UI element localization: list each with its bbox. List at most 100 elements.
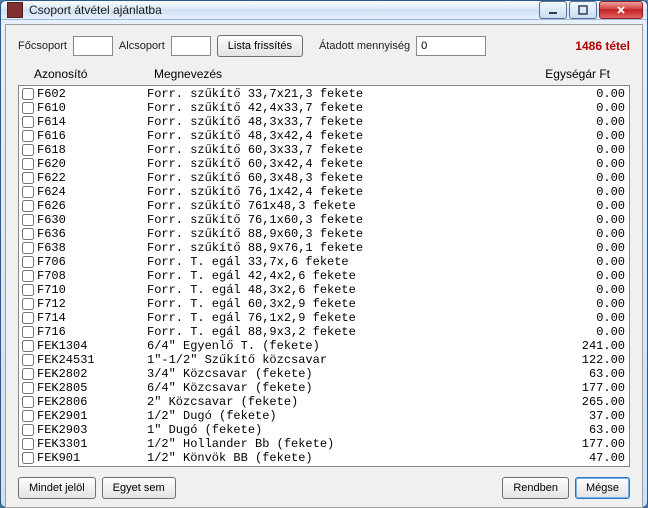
table-row[interactable]: FEK28056/4" Közcsavar (fekete)177.00 (21, 381, 629, 395)
cell-name: Forr. T. egál 60,3x2,9 fekete (147, 297, 551, 311)
table-row[interactable]: F712Forr. T. egál 60,3x2,9 fekete0.00 (21, 297, 629, 311)
cell-price: 0.00 (551, 325, 629, 339)
row-checkbox[interactable] (22, 102, 34, 114)
table-row[interactable]: FEK28023/4" Közcsavar (fekete)63.00 (21, 367, 629, 381)
row-checkbox[interactable] (22, 172, 34, 184)
table-row[interactable]: F636Forr. szűkítő 88,9x60,3 fekete0.00 (21, 227, 629, 241)
table-row[interactable]: F614Forr. szűkítő 48,3x33,7 fekete0.00 (21, 115, 629, 129)
row-checkbox[interactable] (22, 116, 34, 128)
row-checkbox[interactable] (22, 452, 34, 464)
cell-id: FEK901 (37, 451, 147, 465)
cell-name: Forr. szűkítő 76,1x60,3 fekete (147, 213, 551, 227)
row-checkbox[interactable] (22, 438, 34, 450)
table-row[interactable]: F626Forr. szűkítő 761x48,3 fekete0.00 (21, 199, 629, 213)
row-checkbox[interactable] (22, 326, 34, 338)
cell-name: Forr. T. egál 42,4x2,6 fekete (147, 269, 551, 283)
table-row[interactable]: F714Forr. T. egál 76,1x2,9 fekete0.00 (21, 311, 629, 325)
focscsoport-input[interactable] (73, 36, 113, 56)
table-row[interactable]: FEK245311"-1/2" Szűkítő közcsavar122.00 (21, 353, 629, 367)
table-row[interactable]: FEK28062" Közcsavar (fekete)265.00 (21, 395, 629, 409)
row-checkbox[interactable] (22, 270, 34, 282)
cell-price: 63.00 (551, 423, 629, 437)
qty-label: Átadott mennyiség (319, 40, 410, 52)
row-checkbox[interactable] (22, 382, 34, 394)
cell-id: F616 (37, 129, 147, 143)
row-checkbox[interactable] (22, 410, 34, 422)
ok-button[interactable]: Rendben (502, 477, 569, 499)
table-row[interactable]: F610Forr. szűkítő 42,4x33,7 fekete0.00 (21, 101, 629, 115)
table-row[interactable]: F624Forr. szűkítő 76,1x42,4 fekete0.00 (21, 185, 629, 199)
row-checkbox[interactable] (22, 396, 34, 408)
col-header-name: Megnevezés (154, 67, 496, 81)
cell-price: 0.00 (551, 185, 629, 199)
cell-name: Forr. szűkítő 76,1x42,4 fekete (147, 185, 551, 199)
cell-price: 0.00 (551, 213, 629, 227)
app-icon (7, 2, 23, 18)
row-checkbox[interactable] (22, 130, 34, 142)
cell-name: 2" Közcsavar (fekete) (147, 395, 551, 409)
select-all-button[interactable]: Mindet jelöl (18, 477, 96, 499)
list-section: Azonosító Megnevezés Egységár Ft F602For… (18, 65, 630, 467)
row-checkbox[interactable] (22, 200, 34, 212)
minimize-button[interactable] (539, 1, 567, 19)
cell-name: Forr. szűkítő 60,3x42,4 fekete (147, 157, 551, 171)
cell-price: 0.00 (551, 227, 629, 241)
titlebar[interactable]: Csoport átvétel ajánlatba (1, 1, 647, 20)
table-row[interactable]: F616Forr. szűkítő 48,3x42,4 fekete0.00 (21, 129, 629, 143)
table-row[interactable]: FEK9011/2" Könvök BB (fekete)47.00 (21, 451, 629, 465)
table-row[interactable]: F706Forr. T. egál 33,7x,6 fekete0.00 (21, 255, 629, 269)
cell-id: FEK2903 (37, 423, 147, 437)
table-row[interactable]: FEK13046/4" Egyenlő T. (fekete)241.00 (21, 339, 629, 353)
row-checkbox[interactable] (22, 284, 34, 296)
table-row[interactable]: FEK29011/2" Dugó (fekete)37.00 (21, 409, 629, 423)
table-row[interactable]: F620Forr. szűkítő 60,3x42,4 fekete0.00 (21, 157, 629, 171)
refresh-button[interactable]: Lista frissítés (217, 35, 303, 57)
row-checkbox[interactable] (22, 88, 34, 100)
cell-price: 177.00 (551, 437, 629, 451)
cell-name: Forr. szűkítő 42,4x33,7 fekete (147, 101, 551, 115)
qty-input[interactable] (416, 36, 486, 56)
maximize-button[interactable] (569, 1, 597, 19)
window-title: Csoport átvétel ajánlatba (29, 3, 539, 17)
table-row[interactable]: FEK33011/2" Hollander Bb (fekete)177.00 (21, 437, 629, 451)
alcscsoport-label: Alcsoport (119, 40, 165, 52)
cell-price: 265.00 (551, 395, 629, 409)
table-row[interactable]: F630Forr. szűkítő 76,1x60,3 fekete0.00 (21, 213, 629, 227)
row-checkbox[interactable] (22, 424, 34, 436)
close-button[interactable] (599, 1, 643, 19)
row-checkbox[interactable] (22, 228, 34, 240)
row-checkbox[interactable] (22, 340, 34, 352)
row-checkbox[interactable] (22, 312, 34, 324)
row-checkbox[interactable] (22, 298, 34, 310)
rows-container[interactable]: F602Forr. szűkítő 33,7x21,3 fekete0.00F6… (19, 86, 629, 466)
cell-price: 63.00 (551, 367, 629, 381)
cell-id: FEK2805 (37, 381, 147, 395)
cell-price: 0.00 (551, 171, 629, 185)
table-row[interactable]: F716Forr. T. egál 88,9x3,2 fekete0.00 (21, 325, 629, 339)
table-row[interactable]: F708Forr. T. egál 42,4x2,6 fekete0.00 (21, 269, 629, 283)
cancel-button[interactable]: Mégse (575, 477, 630, 499)
cell-name: Forr. szűkítő 60,3x48,3 fekete (147, 171, 551, 185)
row-checkbox[interactable] (22, 186, 34, 198)
row-checkbox[interactable] (22, 158, 34, 170)
table-row[interactable]: F618Forr. szűkítő 60,3x33,7 fekete0.00 (21, 143, 629, 157)
window-buttons (539, 1, 643, 19)
alcscsoport-input[interactable] (171, 36, 211, 56)
table-row[interactable]: F710Forr. T. egál 48,3x2,6 fekete0.00 (21, 283, 629, 297)
cell-price: 0.00 (551, 283, 629, 297)
table-row[interactable]: F622Forr. szűkítő 60,3x48,3 fekete0.00 (21, 171, 629, 185)
row-checkbox[interactable] (22, 354, 34, 366)
table-row[interactable]: FEK29031" Dugó (fekete)63.00 (21, 423, 629, 437)
select-none-button[interactable]: Egyet sem (102, 477, 176, 499)
row-checkbox[interactable] (22, 214, 34, 226)
row-checkbox[interactable] (22, 368, 34, 380)
table-row[interactable]: F638Forr. szűkítő 88,9x76,1 fekete0.00 (21, 241, 629, 255)
cell-price: 0.00 (551, 241, 629, 255)
cell-price: 0.00 (551, 115, 629, 129)
row-checkbox[interactable] (22, 144, 34, 156)
cell-price: 0.00 (551, 297, 629, 311)
cell-name: Forr. szűkítő 88,9x60,3 fekete (147, 227, 551, 241)
row-checkbox[interactable] (22, 256, 34, 268)
table-row[interactable]: F602Forr. szűkítő 33,7x21,3 fekete0.00 (21, 87, 629, 101)
row-checkbox[interactable] (22, 242, 34, 254)
